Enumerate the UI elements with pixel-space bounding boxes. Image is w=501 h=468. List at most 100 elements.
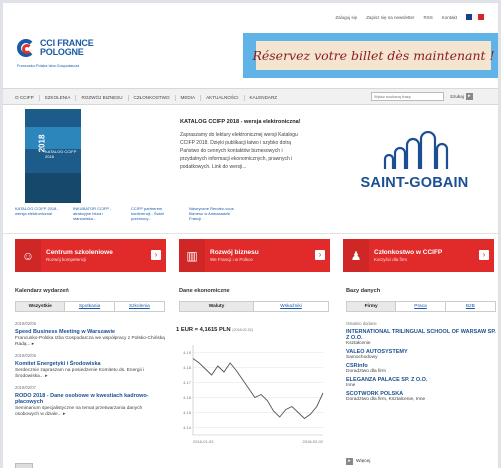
recently-added-label: Ostatnio dodane bbox=[346, 321, 377, 326]
chart-icon: ▥ bbox=[179, 239, 205, 272]
list-item: CSRinfo Doradztwo dla firm bbox=[346, 363, 496, 374]
site-logo[interactable]: CCI FRANCE POLOGNE bbox=[17, 39, 94, 59]
top-links: Zaloguj się Zapisz się na newsletter RSS… bbox=[335, 14, 484, 20]
company-list: Ostatnio dodane INTERNATIONAL TRILINGUAL… bbox=[346, 321, 496, 405]
cta-title: Rozwój biznesu bbox=[210, 249, 259, 256]
tab-meetings[interactable]: Spotkania bbox=[65, 302, 115, 311]
tab-currencies[interactable]: Waluty bbox=[180, 302, 254, 311]
y-tick-label: 4.14 bbox=[183, 425, 192, 430]
event-list: 2018/02/06 Speed Business Meeting w Wars… bbox=[15, 321, 165, 423]
people-icon: ☺ bbox=[15, 239, 41, 272]
tab-b2b[interactable]: B2B bbox=[446, 302, 495, 311]
exchange-rate: 1 EUR = 4,1615 PLN (2018-02-02) bbox=[176, 327, 253, 333]
feature-title[interactable]: KATALOG CCIFP 2018 - wersja elektroniczn… bbox=[180, 119, 301, 125]
catalog-cover-caption: KATALOG CCIFP 2018 bbox=[45, 149, 77, 159]
nav-item-news[interactable]: AKTUALNOŚCI bbox=[201, 94, 245, 101]
arrow-right-icon: ▸ bbox=[346, 458, 353, 465]
event-date: 2018/02/07 bbox=[15, 385, 36, 390]
nav-item-training[interactable]: SZKOLENIA bbox=[40, 94, 77, 101]
y-tick-label: 4.19 bbox=[183, 350, 192, 355]
cta-business-button[interactable]: ▥ Rozwój biznesu We Francji i w Polsce › bbox=[179, 239, 330, 272]
calendar-title: Kalendarz wydarzeń bbox=[15, 288, 69, 294]
feature-body: Zapraszamy do lektury elektronicznej wer… bbox=[180, 132, 298, 170]
x-tick-label: 2018-02-02 bbox=[303, 439, 324, 444]
list-item: 2018/02/06 Komitet Energetyki i Środowis… bbox=[15, 353, 165, 380]
arrow-right-icon: ▸ bbox=[465, 93, 473, 100]
teaser-item[interactable]: INKUBATOR CCIFP - atrakcyjne biura i sta… bbox=[73, 206, 123, 221]
more-label: Więcej bbox=[356, 459, 371, 464]
economy-title: Dane ekonomiczne bbox=[179, 288, 230, 294]
list-item: 2018/02/07 RODO 2018 - Dane osobowe w kw… bbox=[15, 385, 165, 418]
tab-indicators[interactable]: Wskaźniki bbox=[254, 302, 328, 311]
cta-subtitle: Korzyści dla firm bbox=[374, 257, 408, 262]
rate-value: 1 EUR = 4,1615 PLN bbox=[176, 327, 231, 333]
event-date: 2018/02/06 bbox=[15, 353, 36, 358]
logo-line-2: POLOGNE bbox=[40, 47, 84, 57]
y-tick-label: 4.16 bbox=[183, 395, 192, 400]
nav-item-membership[interactable]: CZŁONKOSTWO bbox=[129, 94, 176, 101]
cta-subtitle: We Francji i w Polsce bbox=[210, 257, 253, 262]
y-tick-label: 4.15 bbox=[183, 410, 192, 415]
tab-all[interactable]: Wszystkie bbox=[16, 302, 66, 311]
chevron-right-icon: › bbox=[479, 250, 489, 260]
nav-item-calendar[interactable]: KALENDARZ bbox=[245, 95, 283, 101]
tab-companies[interactable]: Firmy bbox=[347, 302, 397, 311]
event-title[interactable]: Komitet Energetyki i Środowiska bbox=[15, 361, 165, 367]
company-category: Kształcenie bbox=[346, 341, 371, 346]
list-item: VALEO AUTOSYSTEMY Samochodowy bbox=[346, 349, 496, 360]
catalog-cover-image[interactable]: 2018 KATALOG CCIFP 2018 bbox=[25, 109, 81, 203]
exchange-rate-chart: 4.14 4.15 4.16 4.17 4.18 4.19 2018-01-03 2018-0… bbox=[183, 345, 324, 444]
calendar-tabs: Wszystkie Spotkania Szkolenia bbox=[15, 301, 165, 312]
contact-link[interactable]: Kontakt bbox=[442, 15, 457, 20]
teaser-item[interactable]: KATALOG CCIFP 2018 - wersja elektroniczn… bbox=[15, 206, 65, 221]
company-category: Doradztwo dla firm, Kształcenie, Inne bbox=[346, 397, 426, 402]
list-item: SCOTWORK POLSKA Doradztwo dla firm, Kszt… bbox=[346, 391, 496, 402]
event-title[interactable]: RODO 2018 - Dane osobowe w kwestiach kad… bbox=[15, 393, 165, 405]
company-name[interactable]: INTERNATIONAL TRILINGUAL SCHOOL OF WARSA… bbox=[346, 329, 496, 341]
cta-title: Centrum szkoleniowe bbox=[46, 249, 113, 256]
login-link[interactable]: Zaloguj się bbox=[335, 15, 357, 20]
list-item: ELEGANZA PALACE SP. Z O.O. Inne bbox=[346, 377, 496, 388]
database-more-button[interactable]: ▸ Więcej bbox=[346, 458, 370, 465]
chevron-right-icon: › bbox=[151, 250, 161, 260]
nav-item-media[interactable]: MEDIA bbox=[176, 94, 202, 101]
tab-trainings[interactable]: Szkolenia bbox=[115, 302, 164, 311]
newsletter-link[interactable]: Zapisz się na newsletter bbox=[366, 15, 414, 20]
company-category: Samochodowy bbox=[346, 355, 378, 360]
list-item: 2018/02/06 Speed Business Meeting w Wars… bbox=[15, 321, 165, 348]
database-title: Bazy danych bbox=[346, 288, 381, 294]
economy-tabs: Waluty Wskaźniki bbox=[179, 301, 329, 312]
event-summary: Francusko-Polska Izba Gospodarcza we wsp… bbox=[15, 336, 165, 347]
rss-link[interactable]: RSS bbox=[423, 15, 432, 20]
nav-item-business[interactable]: ROZWÓJ BIZNESU bbox=[76, 94, 129, 101]
event-title[interactable]: Speed Business Meeting w Warszawie bbox=[15, 329, 165, 335]
event-date: 2018/02/06 bbox=[15, 321, 36, 326]
logo-mark-icon bbox=[17, 39, 37, 59]
search-button[interactable]: Szukaj ▸ bbox=[450, 92, 473, 101]
teaser-row: KATALOG CCIFP 2018 - wersja elektroniczn… bbox=[15, 206, 239, 221]
tab-jobs[interactable]: Praca bbox=[396, 302, 446, 311]
cta-subtitle: Rozwój kompetencji bbox=[46, 257, 87, 262]
chevron-right-icon: › bbox=[315, 250, 325, 260]
page: Zaloguj się Zapisz się na newsletter RSS… bbox=[3, 3, 498, 468]
building-icon bbox=[383, 131, 449, 169]
sponsor-logo[interactable]: SAINT-GOBAIN bbox=[352, 131, 477, 191]
promo-banner[interactable]: Réservez votre billet dès maintenant ! bbox=[243, 33, 498, 78]
event-summary: Seminarium specjalistyczne na temat prze… bbox=[15, 406, 143, 417]
cta-training-button[interactable]: ☺ Centrum szkoleniowe Rozwój kompetencji… bbox=[15, 239, 166, 272]
y-tick-label: 4.18 bbox=[183, 365, 192, 370]
company-category: Doradztwo dla firm bbox=[346, 369, 386, 374]
company-category: Inne bbox=[346, 383, 356, 388]
teaser-item[interactable]: Nieoryczne Rendez-vous Biznesu w Ambasad… bbox=[189, 206, 239, 221]
search-input[interactable] bbox=[371, 92, 444, 101]
teaser-item[interactable]: CCIFP partnerem konferencji - Świat prze… bbox=[131, 206, 181, 221]
cta-membership-button[interactable]: ♟ Członkostwo w CCIFP Korzyści dla firm … bbox=[343, 239, 494, 272]
cta-title: Członkostwo w CCIFP bbox=[374, 249, 443, 256]
french-flag-icon[interactable] bbox=[466, 14, 484, 20]
sponsor-name: SAINT-GOBAIN bbox=[360, 175, 469, 191]
calendar-more-button[interactable] bbox=[15, 463, 33, 468]
nav-item-ccifp[interactable]: O CCIFP bbox=[15, 94, 40, 101]
database-tabs: Firmy Praca B2B bbox=[346, 301, 496, 312]
list-item: INTERNATIONAL TRILINGUAL SCHOOL OF WARSA… bbox=[346, 329, 496, 346]
rate-date: (2018-02-02) bbox=[232, 328, 254, 332]
